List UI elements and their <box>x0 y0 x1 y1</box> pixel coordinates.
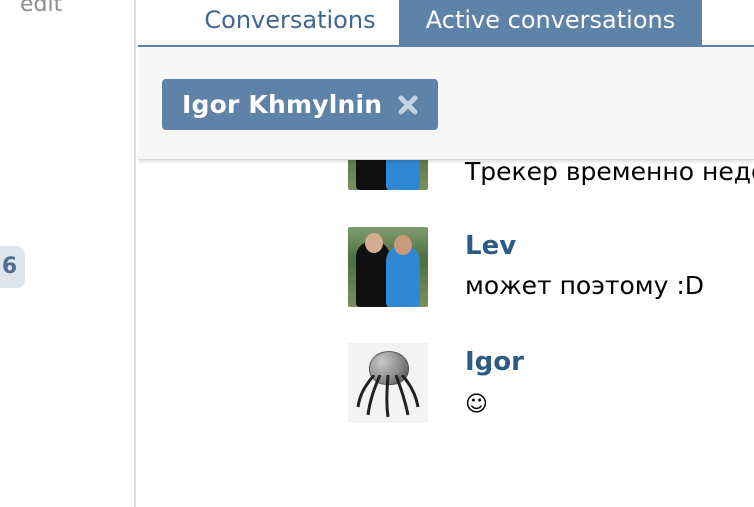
message-item: Lev может поэтому :D <box>348 227 754 317</box>
avatar-person-left <box>356 233 390 307</box>
sidebar-edit-link[interactable]: edit <box>20 0 62 18</box>
message-text: Трекер временно недо <box>465 157 754 186</box>
participant-filter-label: Igor Khmylnin <box>182 90 383 119</box>
message-text: может поэтому :D <box>465 271 705 300</box>
avatar[interactable] <box>348 343 428 423</box>
message-text: ☺ <box>465 392 488 417</box>
message-item: Igor ☺ <box>348 343 754 433</box>
message-author[interactable]: Lev <box>465 231 516 261</box>
app-root: edit 6 Conversations Active conversation… <box>0 0 754 507</box>
avatar-person-right <box>386 235 420 307</box>
close-icon[interactable] <box>394 91 422 119</box>
close-x-icon <box>398 95 418 114</box>
message-author[interactable]: Igor <box>465 347 524 377</box>
participant-filter-panel: Igor Khmylnin <box>138 47 754 160</box>
avatar-tentacles-icon <box>356 375 420 418</box>
conversation-main: Conversations Active conversations Igor … <box>138 0 754 507</box>
left-sidebar: edit 6 <box>0 0 136 507</box>
sidebar-counter-badge[interactable]: 6 <box>0 246 25 288</box>
participant-filter-chip[interactable]: Igor Khmylnin <box>162 79 438 130</box>
avatar[interactable] <box>348 227 428 307</box>
